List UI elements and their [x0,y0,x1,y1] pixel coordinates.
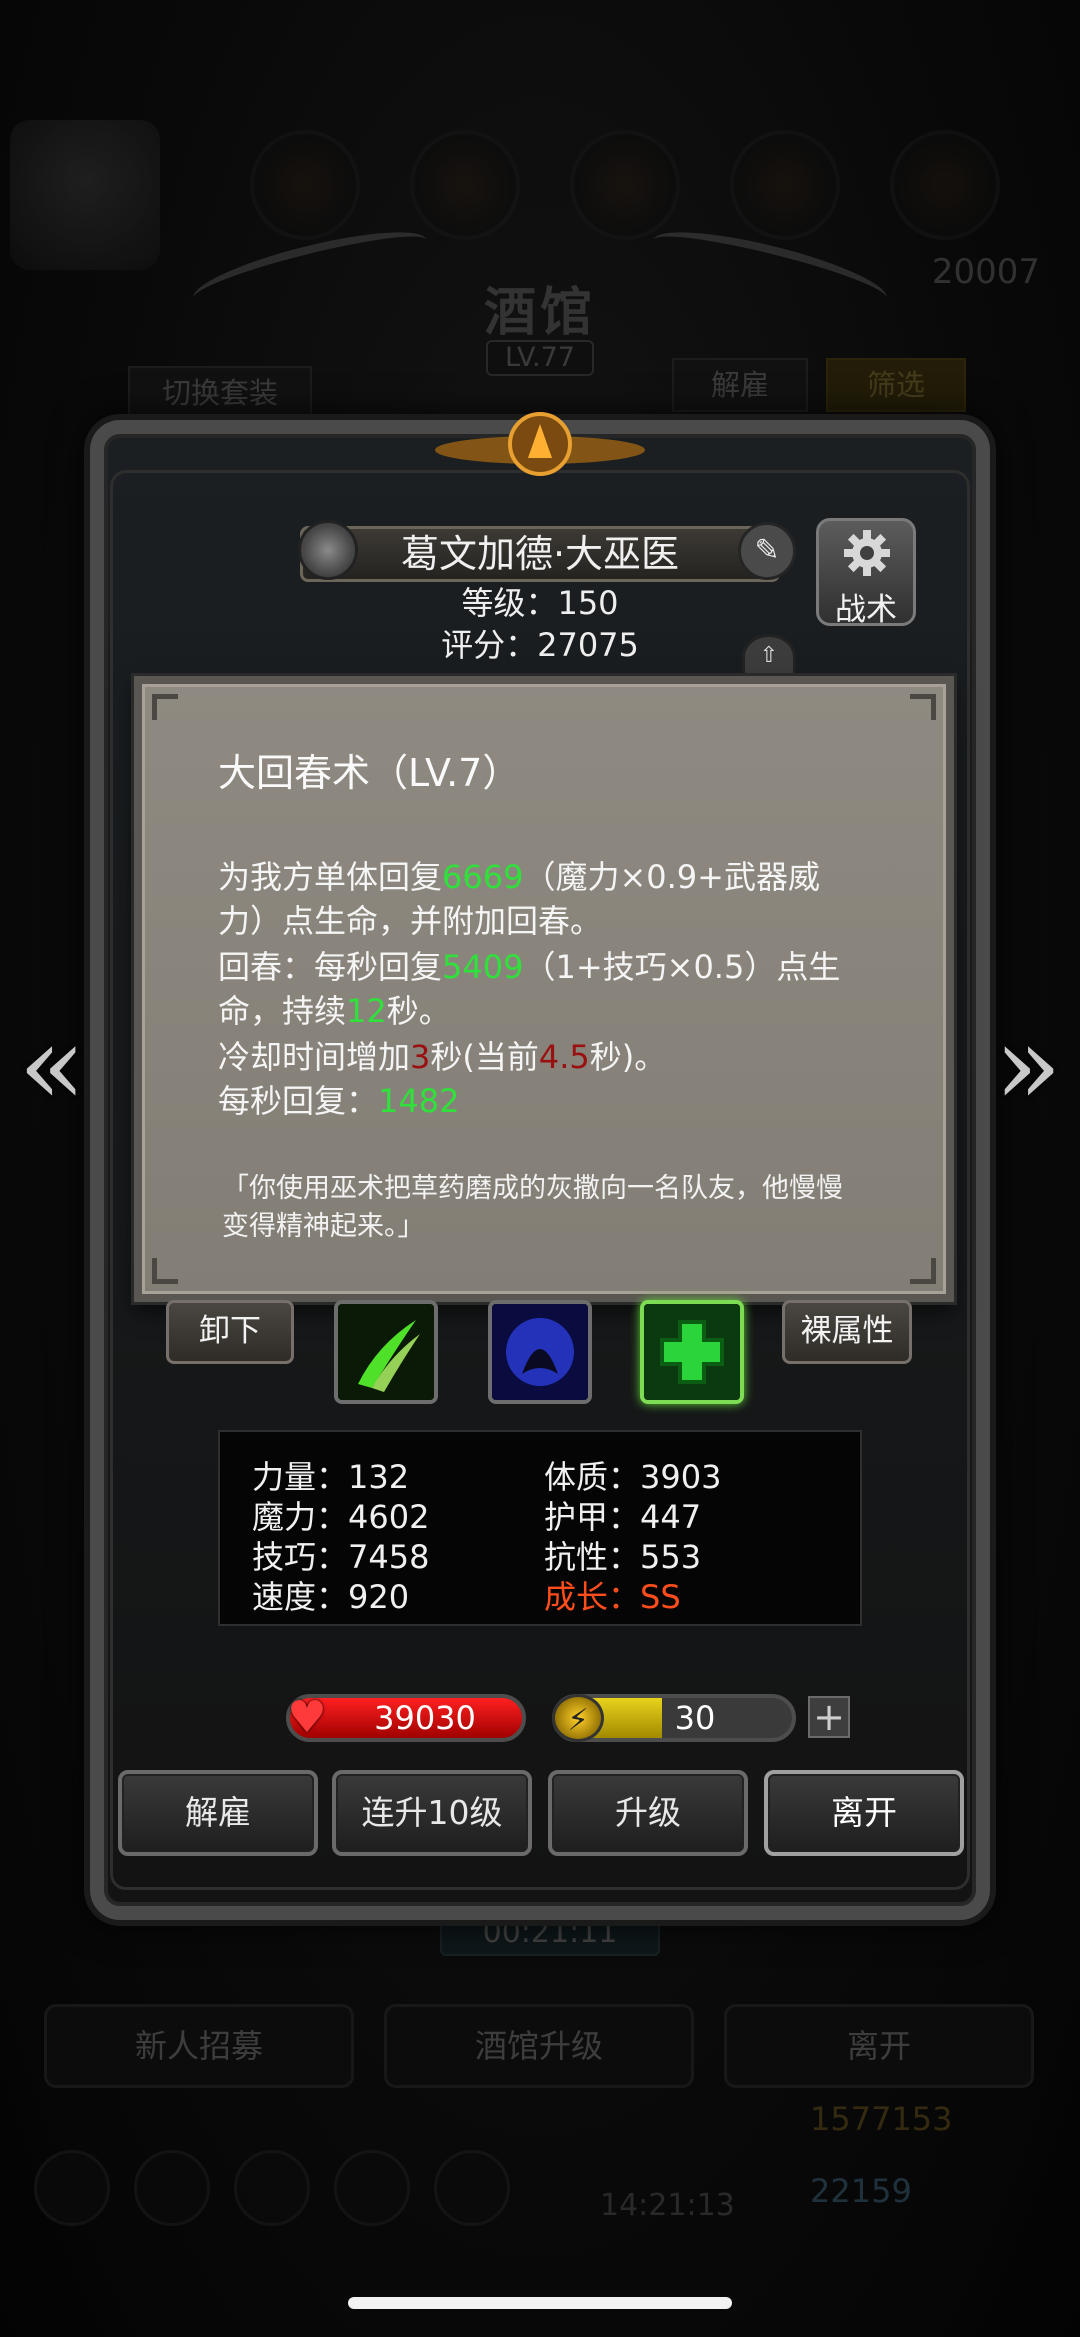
crest-emblem-icon [435,412,645,476]
prev-hero-arrow-icon[interactable]: « [12,1010,92,1120]
tooltip-corner [152,1258,178,1284]
scroll-up-icon[interactable]: ⇧ [742,634,796,680]
next-hero-arrow-icon[interactable]: » [988,1010,1068,1120]
hero-name: 葛文加德·大巫医 [400,532,680,576]
unequip-button[interactable]: 卸下 [166,1300,294,1364]
hero-score: 评分：27075 [441,626,639,664]
skill-desc-line: 冷却时间增加3秒(当前4.5秒)。 [218,1038,667,1076]
naked-stats-button[interactable]: 裸属性 [782,1300,912,1364]
stat-speed: 速度：920 [252,1578,410,1616]
skill-title: 大回春术（LV.7） [218,751,521,795]
skill-lore-line: 「你使用巫术把草药磨成的灰撒向一名队友，他慢慢 [222,1173,843,1204]
heal-cross-icon [644,1304,740,1400]
edit-name-icon[interactable]: ✎ [738,522,796,580]
lightning-icon: ⚡ [552,1694,604,1742]
tooltip-corner [152,694,178,720]
tooltip-corner [910,1258,936,1284]
skill-desc-line: 为我方单体回复6669（魔力×0.9+武器威 [218,858,820,896]
skill-desc-line: 每秒回复：1482 [218,1082,460,1120]
tactics-label: 战术 [835,592,897,628]
stat-growth: 成长：SS [544,1578,681,1616]
green-claw-icon [338,1304,434,1400]
dismiss-button[interactable]: 解雇 [118,1770,318,1856]
skill-slot-blue-spirit[interactable] [488,1300,592,1404]
gear-icon [844,530,890,576]
upgrade-10-button[interactable]: 连升10级 [332,1770,532,1856]
skill-desc-line: 回春：每秒回复5409（1+技巧×0.5）点生 [218,948,841,986]
upgrade-button[interactable]: 升级 [548,1770,748,1856]
skill-lore-line: 变得精神起来。」 [222,1211,425,1242]
skill-desc-line: 命，持续12秒。 [218,992,451,1030]
home-indicator [348,2297,732,2309]
hero-level: 等级：150 [461,584,619,622]
skill-slot-green-claw[interactable] [334,1300,438,1404]
energy-value: 30 [674,1699,716,1737]
leave-button[interactable]: 离开 [764,1770,964,1856]
add-energy-button[interactable]: + [808,1696,850,1738]
heart-icon: ♥ [287,1692,327,1743]
tooltip-corner [910,694,936,720]
blue-spirit-icon [492,1304,588,1400]
skill-slot-heal-cross[interactable] [640,1300,744,1404]
skill-desc-line: 力）点生命，并附加回春。 [218,902,603,940]
hp-value: 39030 [374,1699,476,1737]
